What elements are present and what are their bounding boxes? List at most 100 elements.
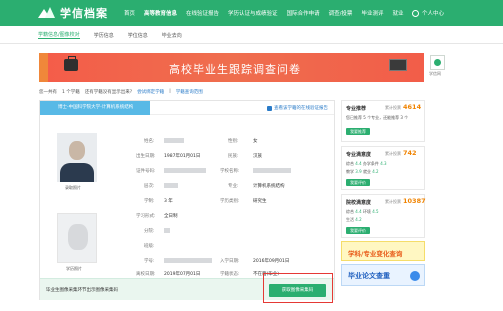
degree-photo-label: 学历照片 [66,266,82,271]
masked-id [164,168,206,173]
label-branch: 分院: [144,229,155,234]
value-major: 计算机系统结构 [253,184,285,189]
major-satisfaction-line2: 教学 3.9 就业 4.2 [346,169,379,175]
record-card: 博士-中国科学院大学-计算机系统结构 查看该学籍的在线验证报告 录取照片 学历照… [39,100,335,300]
nav-employment[interactable]: 就业 [392,9,403,17]
label-class: 班级: [144,244,155,249]
label-graduation: 离校日期: [136,272,156,277]
degree-photo [57,213,97,263]
nav-survey[interactable]: 调查/投票 [329,9,353,17]
banner-title: 高校毕业生跟踪调查问卷 [169,63,301,76]
school-satisfaction-count: 10387 [403,197,426,205]
score-label: 办学条件 [362,161,379,166]
major-recommend-box: 专业推荐 累计投票 4614 您已推荐 5 个专业，还能推荐 3 个 我要推荐 [341,100,425,142]
nav-certification[interactable]: 学历认证与成绩验证 [228,9,278,17]
logo-mountain-icon [38,7,56,19]
school-satisfaction-count-label: 累计投票 [385,199,401,204]
summary-text: 还有学籍没有显示出来? [84,90,133,95]
record-summary: 您一共有 1 个学籍 还有学籍没有显示出来? 尝试绑定学籍 | 学籍查询范围 [39,89,208,95]
user-center-label: 个人中心 [422,11,445,17]
briefcase-icon [64,56,78,71]
major-change-query-banner[interactable]: 学科/专业变化查询 [341,241,425,261]
evaluate-major-button[interactable]: 我要评价 [346,179,370,186]
masked-student-no [164,258,212,263]
thesis-check-text: 毕业论文查重 [348,272,390,280]
major-satisfaction-box: 专业满意度 累计投票 742 综合 4.4 办学条件 4.3 教学 3.9 就业… [341,146,425,190]
major-satisfaction-line1: 综合 4.4 办学条件 4.3 [346,161,387,167]
label-level: 层次: [144,184,155,189]
label-study-form: 学习形式: [136,214,156,219]
nav-graduate-test[interactable]: 毕业测评 [361,9,383,17]
nav-online-report[interactable]: 在线验证报告 [186,9,219,17]
photo-placeholder [68,224,88,250]
subnav-degree[interactable]: 学位信息 [128,32,148,39]
major-satisfaction-title: 专业满意度 [346,152,372,158]
photo-body [60,163,94,182]
nav-higher-education[interactable]: 高等教育信息 [144,9,177,17]
subnav-status-photo[interactable]: 学籍信息/图像校对 [38,31,80,39]
recommend-button[interactable]: 我要推荐 [346,128,370,135]
score-label: 综合 [346,209,354,214]
label-ethnicity: 民族: [228,154,239,159]
label-major: 专业: [228,184,239,189]
verify-report-link[interactable]: 查看该学籍的在线验证报告 [267,105,328,111]
value-edu-type: 研究生 [253,199,267,204]
nav-home[interactable]: 首页 [124,9,135,17]
logo-text: 学信档案 [60,7,108,20]
verify-report-label: 查看该学籍的在线验证报告 [274,106,328,111]
sub-navbar: 学籍信息/图像校对 学历信息 学位信息 毕业去向 [0,26,503,44]
major-recommend-count-label: 累计投票 [385,105,401,110]
masked-level [164,183,178,188]
masked-name [164,138,184,143]
major-recommend-count: 4614 [403,103,422,111]
laptop-icon [389,59,407,71]
score-label: 生活 [346,217,354,222]
value-ethnicity: 汉族 [253,154,262,159]
major-satisfaction-count-label: 累计投票 [385,151,401,156]
masked-branch [164,228,170,233]
site-logo[interactable]: 学信档案 [38,5,108,21]
score-label: 就业 [362,169,371,174]
value-birth: 1987年01月01日 [164,154,201,159]
summary-prefix: 您一共有 [39,90,57,95]
evaluate-school-button[interactable]: 我要评价 [346,227,370,234]
bind-record-link[interactable]: 尝试绑定学籍 [137,89,164,95]
value-study-form: 全日制 [164,214,178,219]
school-satisfaction-line1: 综合 4.4 环境 4.5 [346,209,379,215]
major-recommend-title: 专业推荐 [346,106,367,112]
value-gender: 女 [253,139,258,144]
score-value: 4.2 [355,217,362,222]
label-status: 学籍状态: [220,272,240,277]
label-id: 证件号码: [136,169,156,174]
score-label: 环境 [362,209,371,214]
school-satisfaction-line2: 生活 4.2 [346,217,362,223]
survey-banner[interactable]: 高校毕业生跟踪调查问卷 [39,53,424,82]
qr-code-icon[interactable] [430,55,445,70]
user-icon [412,9,419,17]
score-value: 4.4 [355,161,362,166]
nav-international[interactable]: 国际合作申请 [287,9,320,17]
query-scope-link[interactable]: 学籍查询范围 [176,89,203,95]
user-center[interactable]: 个人中心 [412,9,444,17]
major-change-query-text: 学科/专业变化查询 [348,250,403,258]
value-enroll: 2016年09月01日 [253,259,290,264]
right-sidebar: 专业推荐 累计投票 4614 您已推荐 5 个专业，还能推荐 3 个 我要推荐 … [341,100,426,300]
admission-photo-label: 录取照片 [65,185,81,190]
admission-photo [57,133,97,182]
subnav-destination[interactable]: 毕业去向 [162,32,182,39]
button-highlight-box [263,273,333,303]
photo-head [69,141,85,160]
value-duration: 3 年 [164,199,173,204]
major-satisfaction-count: 742 [403,149,417,157]
label-enroll: 入学日期: [220,259,240,264]
label-name: 姓名: [144,139,155,144]
main-nav: 首页 高等教育信息 在线验证报告 学历认证与成绩验证 国际合作申请 调查/投票 … [124,0,412,26]
label-student-no: 学号: [144,259,155,264]
record-tab[interactable]: 博士-中国科学院大学-计算机系统结构 [40,101,150,115]
label-edu-type: 学历类别: [220,199,240,204]
top-navbar: 学信档案 首页 高等教育信息 在线验证报告 学历认证与成绩验证 国际合作申请 调… [0,0,503,26]
thesis-check-banner[interactable]: 毕业论文查重 [341,264,425,286]
thesis-check-icon [410,271,420,281]
subnav-education[interactable]: 学历信息 [94,32,114,39]
qr-label: 学信网 [429,71,441,76]
